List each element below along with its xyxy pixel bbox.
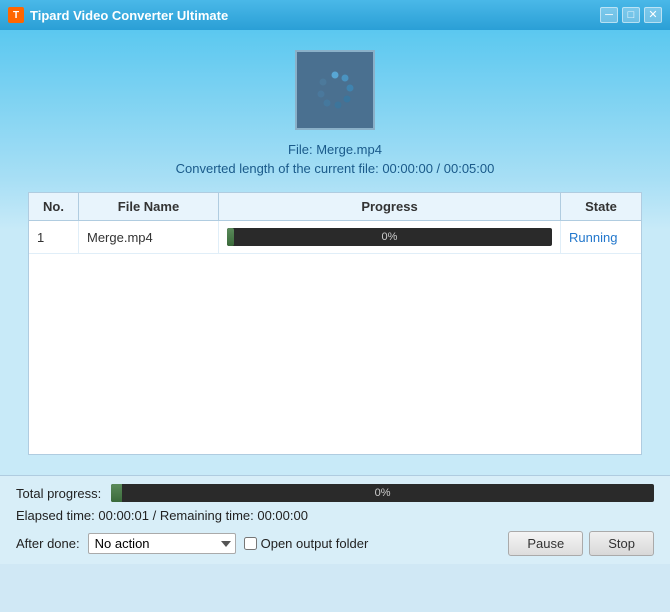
app-icon: T: [8, 7, 24, 23]
after-done-row: After done: No action Exit application S…: [16, 531, 654, 556]
elapsed-row: Elapsed time: 00:00:01 / Remaining time:…: [16, 508, 654, 523]
progress-bar: 0%: [227, 228, 552, 246]
after-done-select[interactable]: No action Exit application Shut down com…: [88, 533, 236, 554]
row-state: Running: [561, 221, 641, 253]
stop-button[interactable]: Stop: [589, 531, 654, 556]
open-folder-checkbox[interactable]: [244, 537, 257, 550]
maximize-button[interactable]: □: [622, 7, 640, 23]
row-progress: 0%: [219, 221, 561, 253]
window-title: Tipard Video Converter Ultimate: [30, 8, 228, 23]
total-progress-text: 0%: [375, 487, 391, 499]
table-row: 1 Merge.mp4 0% Running: [29, 221, 641, 254]
table-empty-space: [29, 254, 641, 454]
progress-fill: [227, 228, 234, 246]
close-button[interactable]: ✕: [644, 7, 662, 23]
total-progress-label: Total progress:: [16, 486, 101, 501]
open-folder-checkbox-area: Open output folder: [244, 536, 369, 551]
title-bar-left: T Tipard Video Converter Ultimate: [8, 7, 228, 23]
bottom-area: Total progress: 0% Elapsed time: 00:00:0…: [0, 475, 670, 564]
total-progress-bar: 0%: [111, 484, 654, 502]
file-info: File: Merge.mp4: [20, 142, 650, 157]
col-progress: Progress: [219, 193, 561, 220]
converted-info: Converted length of the current file: 00…: [20, 161, 650, 176]
table-header: No. File Name Progress State: [29, 193, 641, 221]
pause-button[interactable]: Pause: [508, 531, 583, 556]
preview-box: [295, 50, 375, 130]
col-state: State: [561, 193, 641, 220]
col-filename: File Name: [79, 193, 219, 220]
open-folder-label: Open output folder: [261, 536, 369, 551]
row-filename: Merge.mp4: [79, 221, 219, 253]
file-table: No. File Name Progress State 1 Merge.mp4…: [28, 192, 642, 455]
spinner-icon: [310, 65, 360, 115]
row-no: 1: [29, 221, 79, 253]
total-progress-row: Total progress: 0%: [16, 484, 654, 502]
progress-text: 0%: [382, 231, 398, 243]
title-bar-controls: ─ □ ✕: [600, 7, 662, 23]
col-no: No.: [29, 193, 79, 220]
main-area: File: Merge.mp4 Converted length of the …: [0, 30, 670, 475]
after-done-label: After done:: [16, 536, 80, 551]
action-buttons: Pause Stop: [508, 531, 654, 556]
title-bar: T Tipard Video Converter Ultimate ─ □ ✕: [0, 0, 670, 30]
total-progress-fill: [111, 484, 122, 502]
minimize-button[interactable]: ─: [600, 7, 618, 23]
